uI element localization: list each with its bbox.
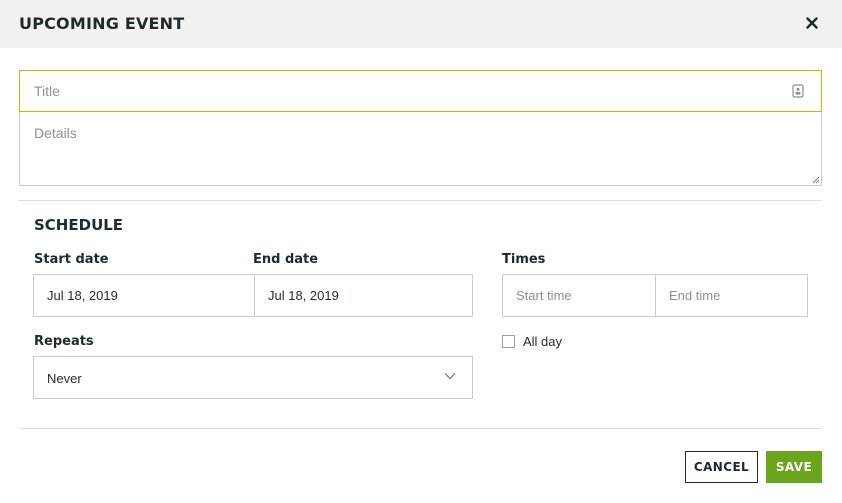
start-time-input[interactable] xyxy=(503,275,655,316)
repeats-select[interactable]: Never xyxy=(33,356,473,399)
close-button[interactable] xyxy=(801,12,823,34)
dialog-header: UPCOMING EVENT xyxy=(0,0,842,48)
all-day-toggle[interactable]: All day xyxy=(502,333,562,349)
details-field xyxy=(19,112,822,186)
times-label: Times xyxy=(502,252,546,267)
title-field xyxy=(19,70,822,112)
time-range-picker xyxy=(502,274,808,317)
repeats-label: Repeats xyxy=(34,334,94,349)
end-time-input[interactable] xyxy=(656,275,807,316)
end-date-input[interactable] xyxy=(255,275,472,316)
start-date-input[interactable] xyxy=(34,275,254,316)
title-input[interactable] xyxy=(20,71,821,111)
chevron-down-icon xyxy=(444,373,456,380)
all-day-label: All day xyxy=(523,333,563,349)
end-date-label: End date xyxy=(253,252,319,267)
close-icon xyxy=(806,17,818,29)
schedule-heading: SCHEDULE xyxy=(34,216,124,234)
save-button[interactable]: SAVE xyxy=(766,451,822,483)
start-date-label: Start date xyxy=(34,252,109,267)
all-day-checkbox[interactable] xyxy=(502,334,515,348)
date-range-picker xyxy=(33,274,473,317)
contact-card-icon[interactable] xyxy=(792,84,804,98)
footer-divider xyxy=(19,428,822,429)
repeats-selected-value: Never xyxy=(47,371,82,386)
resize-handle-icon[interactable] xyxy=(811,175,820,184)
cancel-button[interactable]: CANCEL xyxy=(685,451,758,483)
dialog-title: UPCOMING EVENT xyxy=(19,14,185,33)
details-input[interactable] xyxy=(20,112,821,185)
section-divider xyxy=(19,200,822,201)
